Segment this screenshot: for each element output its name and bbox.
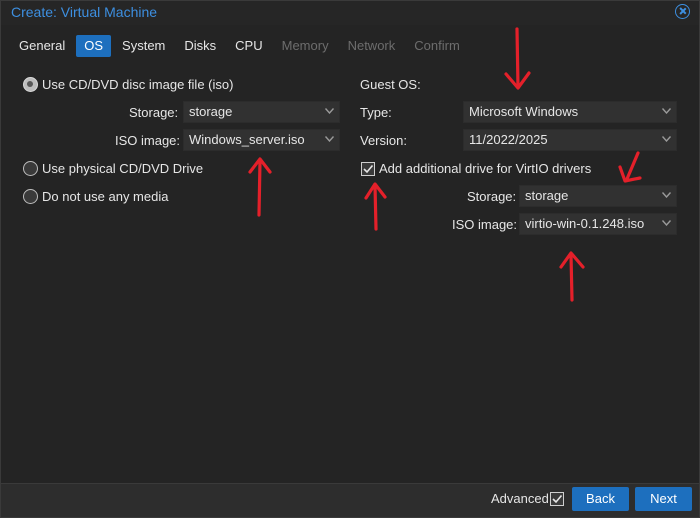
os-type-select[interactable]: Microsoft Windows: [463, 101, 677, 123]
chevron-down-icon: [662, 108, 671, 116]
iso-image-value: Windows_server.iso: [189, 132, 305, 147]
arrow-down-icon: [504, 27, 531, 90]
no-media-option[interactable]: Do not use any media: [23, 189, 168, 204]
os-version-value: 11/2022/2025: [469, 132, 548, 147]
arrow-up-icon: [248, 157, 272, 217]
advanced-label: Advanced: [491, 491, 549, 506]
physical-drive-label: Use physical CD/DVD Drive: [42, 161, 204, 176]
iso-radio[interactable]: [23, 77, 38, 92]
type-label: Type:: [360, 105, 392, 120]
tab-network: Network: [347, 38, 396, 53]
tab-general[interactable]: General: [11, 35, 73, 57]
iso-option-label: Use CD/DVD disc image file (iso): [42, 77, 234, 92]
tab-confirm: Confirm: [414, 38, 460, 53]
chevron-down-icon: [662, 136, 671, 144]
storage-select[interactable]: storage: [183, 101, 340, 123]
title-bar: Create: Virtual Machine: [1, 1, 699, 25]
wizard-tabs: General OS System Disks CPU Memory Netwo…: [11, 35, 471, 57]
os-type-value: Microsoft Windows: [469, 104, 579, 119]
iso-option[interactable]: Use CD/DVD disc image file (iso): [23, 77, 233, 92]
advanced-checkbox[interactable]: [550, 492, 564, 506]
close-icon[interactable]: [675, 4, 690, 19]
virtio-iso-value: virtio-win-0.1.248.iso: [525, 216, 645, 231]
tab-cpu[interactable]: CPU: [227, 35, 270, 57]
no-media-label: Do not use any media: [42, 189, 169, 204]
virtio-iso-label: ISO image:: [452, 217, 518, 232]
no-media-radio[interactable]: [23, 189, 38, 204]
tab-memory: Memory: [281, 38, 329, 53]
version-label: Version:: [360, 133, 407, 148]
iso-image-select[interactable]: Windows_server.iso: [183, 129, 340, 151]
virtio-label: Add additional drive for VirtIO drivers: [379, 161, 592, 176]
storage-label: Storage:: [129, 105, 179, 120]
tab-disks[interactable]: Disks: [176, 35, 224, 57]
arrow-up-icon: [559, 251, 585, 302]
storage-value: storage: [189, 104, 233, 119]
create-vm-dialog: Create: Virtual Machine General OS Syste…: [0, 0, 700, 518]
arrow-up-icon: [364, 182, 387, 231]
chevron-down-icon: [325, 136, 334, 144]
chevron-down-icon: [325, 108, 334, 116]
os-version-select[interactable]: 11/2022/2025: [463, 129, 677, 151]
virtio-iso-select[interactable]: virtio-win-0.1.248.iso: [519, 213, 677, 235]
physical-drive-option[interactable]: Use physical CD/DVD Drive: [23, 161, 203, 176]
virtio-storage-value: storage: [525, 188, 569, 203]
iso-image-label: ISO image:: [115, 133, 181, 148]
virtio-storage-label: Storage:: [467, 189, 517, 204]
next-button[interactable]: Next: [635, 487, 692, 511]
tab-os[interactable]: OS: [76, 35, 112, 57]
chevron-down-icon: [662, 220, 671, 228]
guest-os-heading: Guest OS:: [360, 77, 421, 92]
virtio-storage-select[interactable]: storage: [519, 185, 677, 207]
virtio-checkbox[interactable]: [361, 162, 375, 176]
arrow-down-icon: [618, 151, 642, 183]
dialog-title: Create: Virtual Machine: [11, 4, 158, 20]
dialog-footer: Advanced Back Next: [1, 483, 699, 517]
back-button[interactable]: Back: [572, 487, 629, 511]
physical-drive-radio[interactable]: [23, 161, 38, 176]
chevron-down-icon: [662, 192, 671, 200]
tab-system[interactable]: System: [114, 35, 173, 57]
